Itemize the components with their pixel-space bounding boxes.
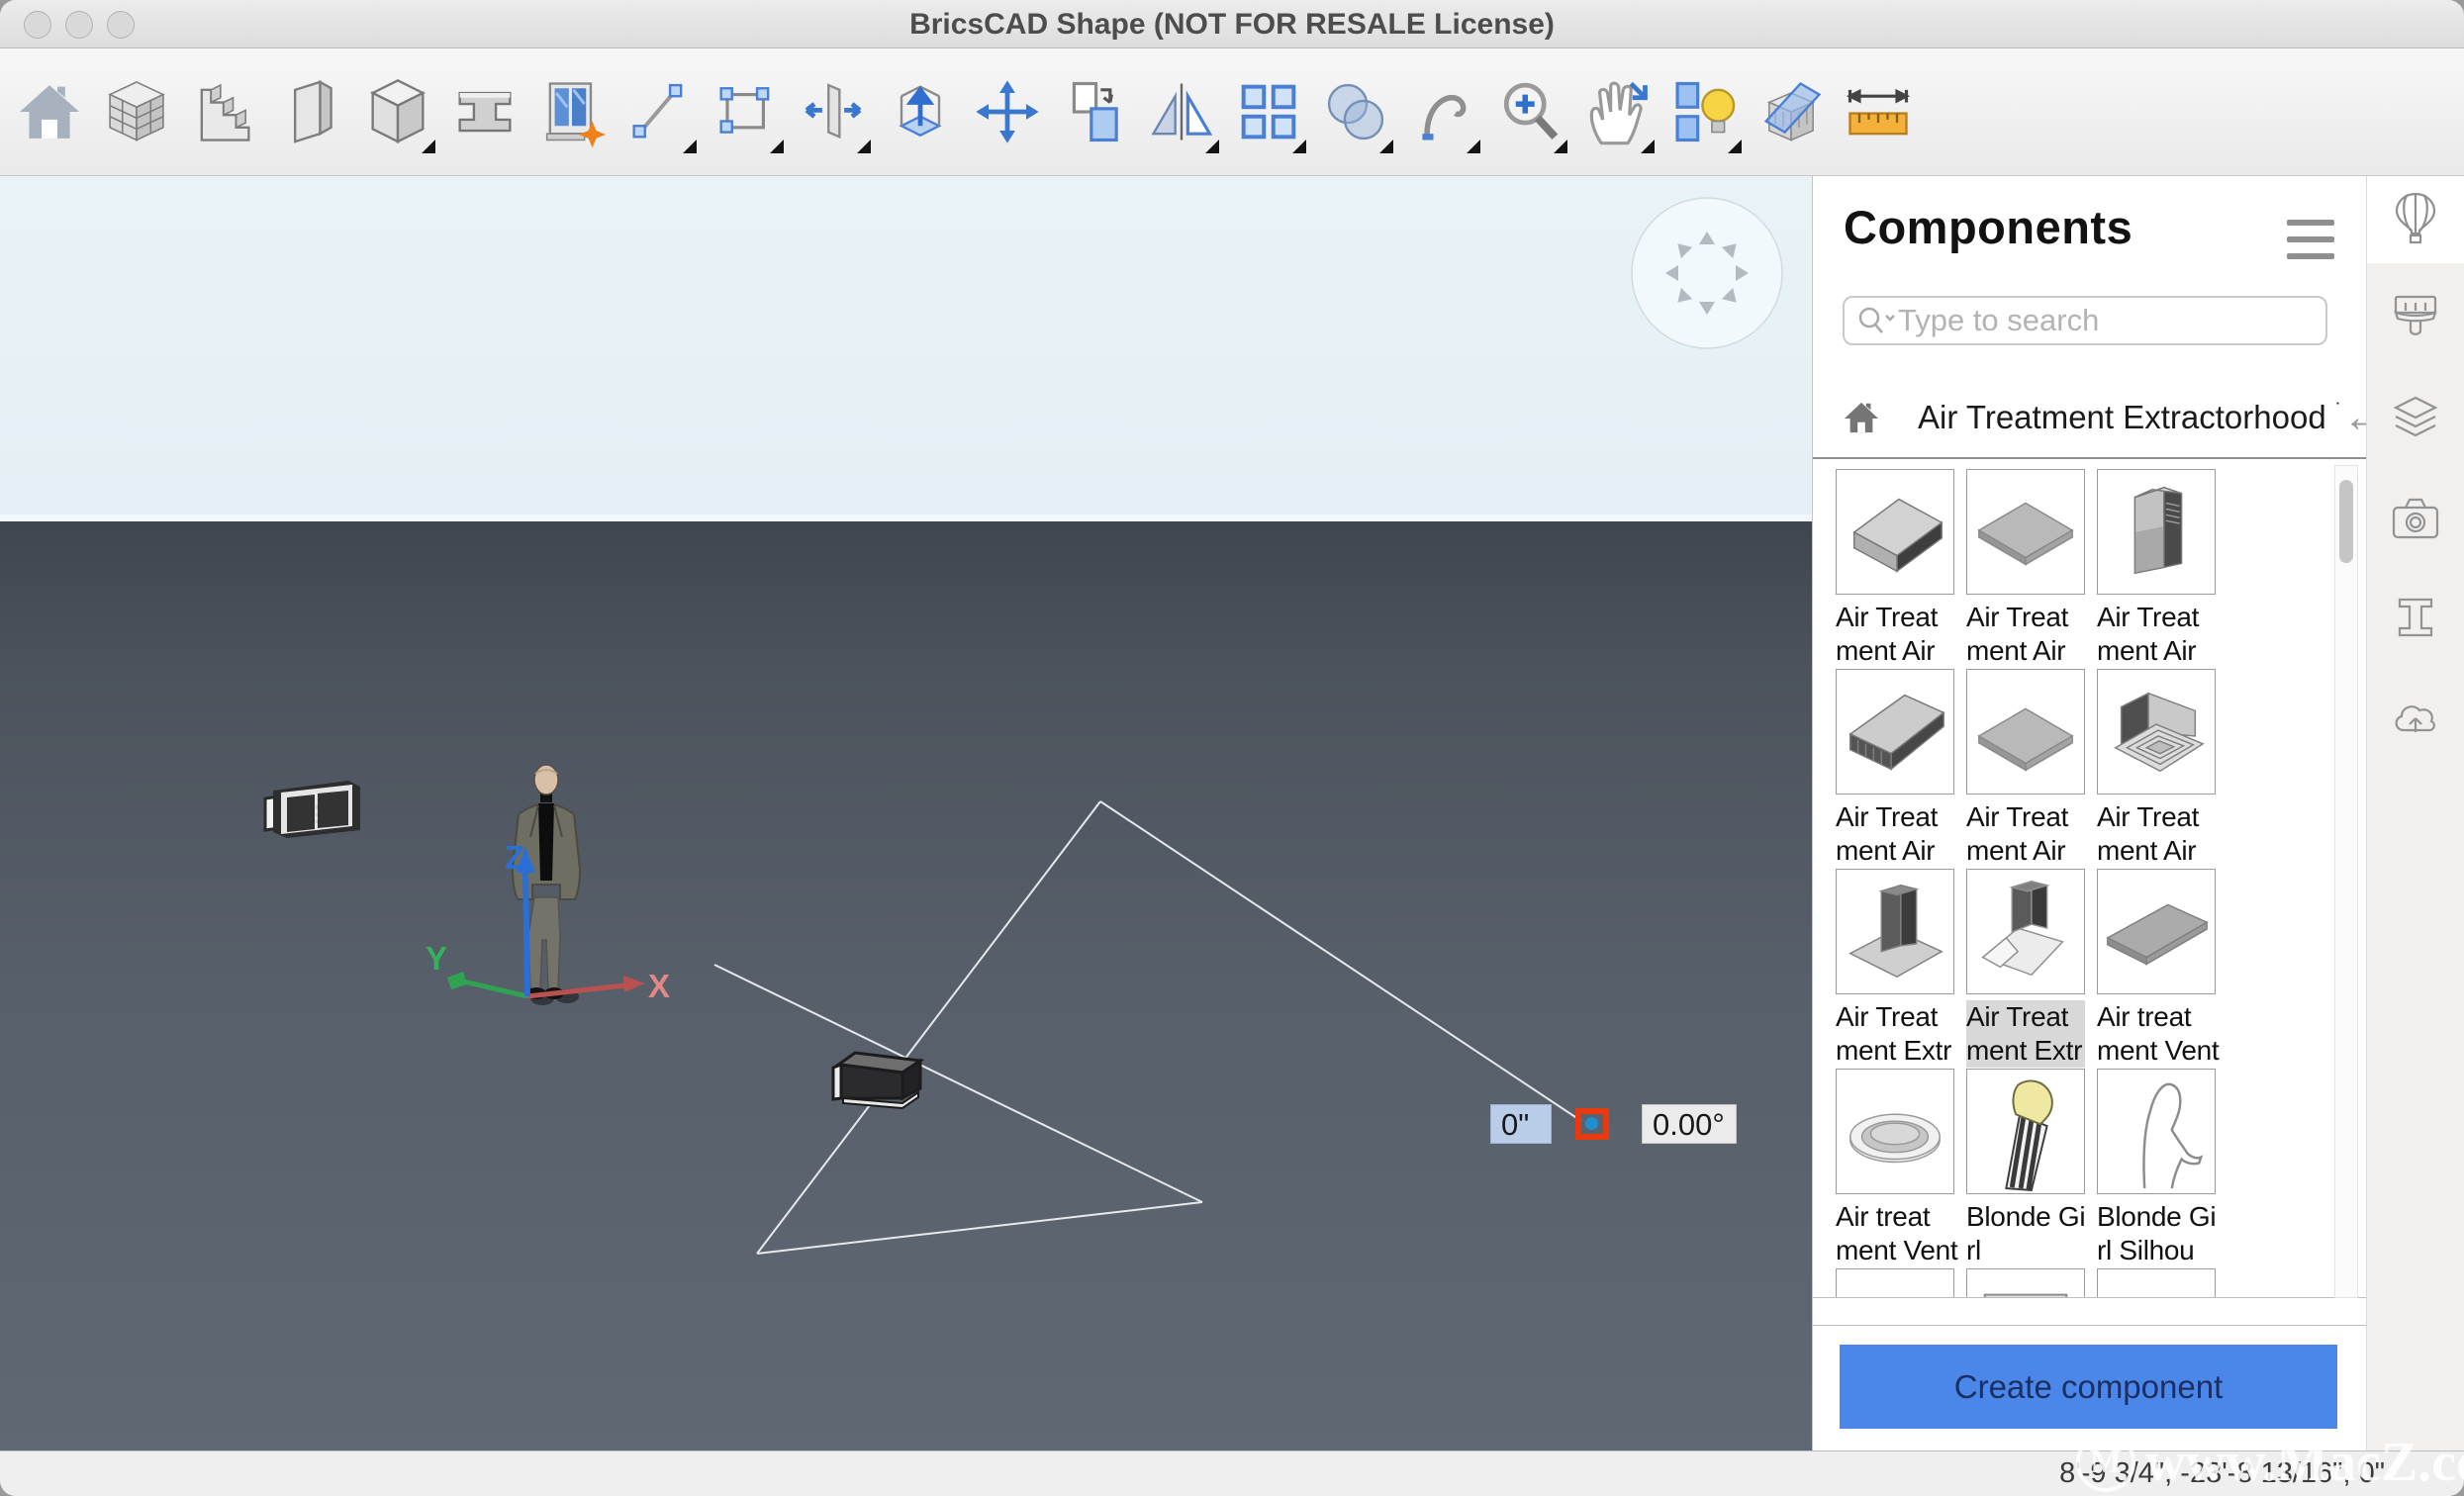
zoom-button[interactable] — [1486, 62, 1573, 161]
component-item[interactable] — [1836, 1268, 1954, 1298]
draw-rectangle-button[interactable] — [703, 62, 790, 161]
stairs-button[interactable] — [180, 62, 267, 161]
thumbnail-ac-tower[interactable] — [2097, 469, 2216, 595]
show-hide-button[interactable] — [1660, 62, 1748, 161]
thumbnail-extractor-column[interactable] — [1836, 869, 1954, 994]
cloud-upload-icon[interactable] — [2388, 689, 2443, 744]
coordinates-readout: 8'-9 3/4", -23'-8 13/16", 0" — [2059, 1457, 2385, 1490]
panel-title: Components — [1844, 200, 2132, 254]
draw-polyline — [714, 801, 1581, 1254]
beam-profile-button[interactable] — [441, 62, 528, 161]
copy-button[interactable] — [1051, 62, 1138, 161]
ac-unit-object — [833, 1053, 920, 1108]
component-item[interactable]: Air treatment Vent — [1836, 1069, 1954, 1267]
wall-button[interactable] — [267, 62, 354, 161]
extractor-hood-object — [265, 781, 360, 838]
camera-icon[interactable] — [2388, 491, 2443, 546]
components-panel: Components Air Treatment Extractorhood ˙… — [1812, 176, 2366, 1450]
panel-menu-button[interactable] — [2287, 220, 2334, 261]
layers-icon[interactable] — [2388, 392, 2443, 447]
search-box[interactable] — [1843, 296, 2327, 345]
union-button[interactable] — [1312, 62, 1399, 161]
grid-scrollbar-thumb[interactable] — [2339, 480, 2353, 563]
panel-divider — [1813, 1325, 2367, 1326]
beam-profile-icon[interactable] — [2388, 590, 2443, 645]
ucs-z-label: Z — [505, 839, 524, 876]
hot-air-balloon-icon[interactable] — [2388, 190, 2443, 245]
breadcrumb: Air Treatment Extractorhood ˙ ← — [1843, 396, 2337, 439]
component-item[interactable]: Air Treatment Air — [2097, 669, 2216, 868]
thumbnail-ceiling-cassette[interactable] — [2097, 669, 2216, 795]
masonry-block-button[interactable] — [93, 62, 180, 161]
component-grid[interactable]: Air Treatment Air Air Treatment Air Air … — [1813, 457, 2367, 1298]
model-viewport[interactable]: X Y Z — [0, 176, 1812, 1450]
thumbnail-ac-unit-long[interactable] — [1836, 469, 1954, 595]
ucs-x-label: X — [648, 968, 670, 1004]
pan-button[interactable] — [1573, 62, 1660, 161]
component-item[interactable] — [2097, 1268, 2216, 1298]
search-input[interactable] — [1896, 302, 2325, 339]
thumbnail-double-window[interactable] — [2097, 1268, 2216, 1298]
component-item[interactable] — [1966, 1268, 2085, 1298]
component-item[interactable]: Air Treatment Air — [1966, 669, 2085, 868]
breadcrumb-category: Air Treatment Extractorhood ˙ — [1918, 399, 2342, 436]
search-icon — [1856, 304, 1896, 337]
window-title: BricsCAD Shape (NOT FOR RESALE License) — [0, 0, 2464, 47]
component-item[interactable]: Air Treatment Air — [1836, 669, 1954, 868]
dimension-button[interactable] — [1835, 62, 1922, 161]
status-bar: 8'-9 3/4", -23'-8 13/16", 0" — [0, 1450, 2464, 1496]
cursor-snap-marker — [1575, 1108, 1609, 1140]
push-pull-button[interactable] — [790, 62, 877, 161]
person-figure — [513, 765, 580, 1005]
app-window: BricsCAD Shape (NOT FOR RESALE License) — [0, 0, 2464, 1496]
dynamic-input-distance[interactable]: 0" — [1490, 1104, 1552, 1144]
home-icon[interactable] — [1843, 400, 1880, 435]
mirror-button[interactable] — [1138, 62, 1225, 161]
section-plane-button[interactable] — [1748, 62, 1835, 161]
thumbnail-duct-long[interactable] — [1836, 669, 1954, 795]
title-bar: BricsCAD Shape (NOT FOR RESALE License) — [0, 0, 2464, 48]
paint-brush-icon[interactable] — [2388, 289, 2443, 344]
array-button[interactable] — [1225, 62, 1312, 161]
component-item[interactable]: Air Treatment Air — [2097, 469, 2216, 668]
component-item[interactable]: Air Treatment Extr — [1836, 869, 1954, 1068]
thumbnail-arch[interactable] — [1836, 1268, 1954, 1298]
thumbnail-vent-plate[interactable] — [2097, 869, 2216, 994]
thumbnail-extractor-hood[interactable] — [1966, 869, 2085, 994]
extrude-button[interactable] — [877, 62, 964, 161]
thumbnail-blonde-girl[interactable] — [1966, 1069, 2085, 1194]
component-item[interactable]: Blonde Girl — [1966, 1069, 2085, 1267]
dynamic-input-angle[interactable]: 0.00° — [1642, 1104, 1737, 1144]
component-item-selected[interactable]: Air Treatment Extr — [1966, 869, 2085, 1068]
curve-button[interactable] — [1399, 62, 1486, 161]
orbit-compass[interactable] — [1630, 196, 1784, 350]
main-toolbar — [0, 48, 2464, 176]
component-item[interactable]: Blonde Girl Silhou — [2097, 1069, 2216, 1267]
thumbnail-flat-panel[interactable] — [1966, 669, 2085, 795]
thumbnail-vent-round[interactable] — [1836, 1069, 1954, 1194]
window-insert-button[interactable] — [528, 62, 616, 161]
grid-scrollbar[interactable] — [2334, 465, 2358, 1298]
component-item[interactable]: Air Treatment Air — [1836, 469, 1954, 668]
home-button[interactable] — [6, 62, 93, 161]
right-sidebar — [2366, 176, 2464, 1450]
component-item[interactable]: Air treatment Vent — [2097, 869, 2216, 1068]
thumbnail-double-door[interactable] — [1966, 1268, 2085, 1298]
thumbnail-blonde-girl-silhouette[interactable] — [2097, 1069, 2216, 1194]
thumbnail-flat-panel[interactable] — [1966, 469, 2085, 595]
component-item[interactable]: Air Treatment Air — [1966, 469, 2085, 668]
solid-box-button[interactable] — [354, 62, 441, 161]
viewport-overlay: X Y Z — [0, 176, 1812, 1450]
ucs-y-label: Y — [426, 940, 447, 977]
create-component-button[interactable]: Create component — [1840, 1345, 2337, 1429]
draw-line-button[interactable] — [616, 62, 703, 161]
move-button[interactable] — [964, 62, 1051, 161]
